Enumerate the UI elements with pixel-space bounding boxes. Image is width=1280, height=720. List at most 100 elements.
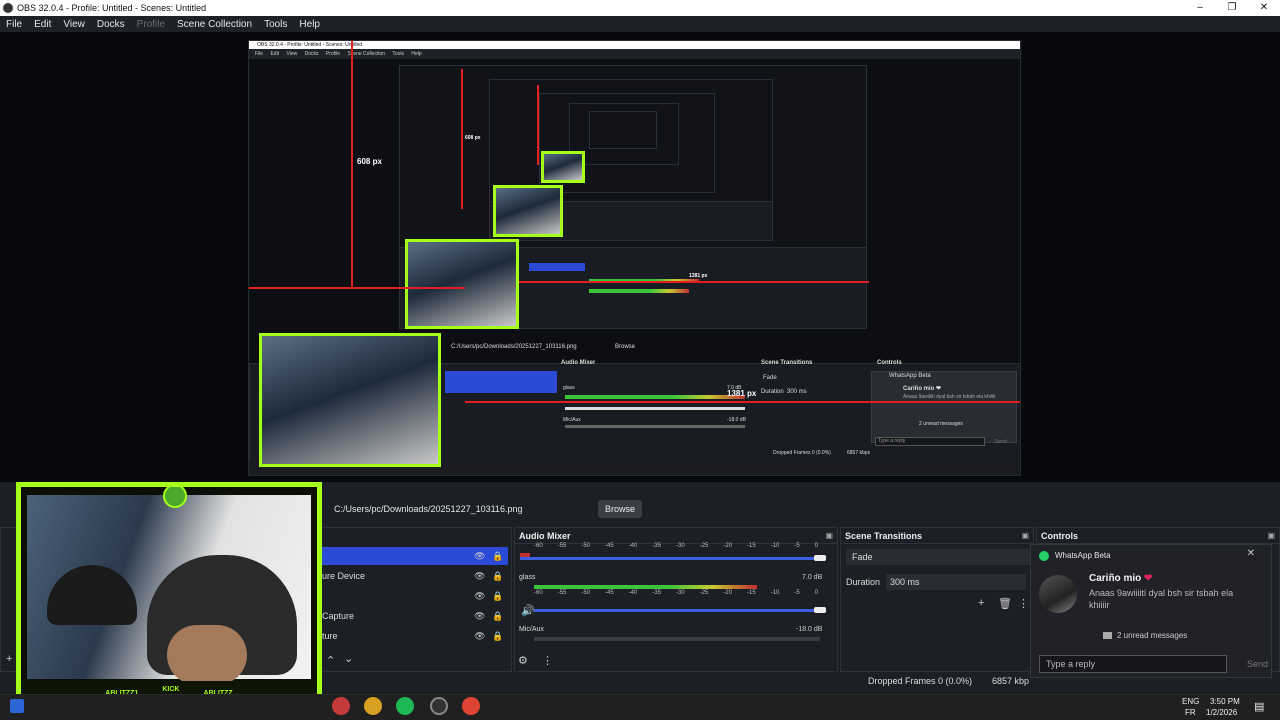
window-controls: – ❐ ✕ bbox=[1184, 0, 1280, 16]
mixer-menu-icon[interactable]: ⋮ bbox=[542, 654, 553, 667]
source-item-video-capture[interactable]: ure Device bbox=[322, 571, 365, 581]
move-up-icon[interactable]: ⌃ bbox=[326, 654, 335, 667]
menu-profile[interactable]: Profile bbox=[131, 19, 171, 30]
tick-label: -50 bbox=[581, 590, 591, 596]
app-icon[interactable] bbox=[364, 697, 382, 715]
whatsapp-notification[interactable]: WhatsApp Beta ✕ Cariño mio ❤ Anaas 9awii… bbox=[1030, 544, 1272, 678]
eye-icon[interactable]: 👁 bbox=[474, 571, 485, 582]
nested-source-selected bbox=[529, 263, 585, 271]
eye-icon[interactable]: 👁 bbox=[474, 631, 485, 642]
image-path-field[interactable]: C:/Users/pc/Downloads/20251227_103116.pn… bbox=[328, 500, 590, 518]
tick-label: -20 bbox=[723, 543, 733, 549]
lock-icon[interactable]: 🔒 bbox=[492, 571, 503, 582]
bitrate-status: 6857 kbp bbox=[992, 676, 1030, 686]
clock-date[interactable]: 1/2/2026 bbox=[1206, 708, 1237, 717]
person-1 bbox=[47, 565, 137, 625]
nested-main-meter bbox=[565, 395, 745, 399]
tick-label: -10 bbox=[770, 590, 780, 596]
eye-icon[interactable]: 👁 bbox=[474, 611, 485, 622]
duration-field[interactable]: 300 ms bbox=[886, 574, 1026, 590]
obs-window: OBS 32.0.4 - Profile: Untitled - Scenes:… bbox=[0, 0, 1280, 720]
tick-label: 0 bbox=[814, 543, 819, 549]
notification-center-icon[interactable]: ▤ bbox=[1254, 700, 1264, 713]
start-icon[interactable] bbox=[10, 699, 24, 713]
speaker-icon[interactable]: 🔊 bbox=[521, 604, 535, 617]
spotify-icon[interactable] bbox=[396, 697, 414, 715]
reply-input[interactable]: Type a reply bbox=[1039, 655, 1227, 673]
title-bar: OBS 32.0.4 - Profile: Untitled - Scenes:… bbox=[0, 0, 1280, 16]
glass-fader[interactable] bbox=[534, 609, 820, 612]
menu-edit[interactable]: Edit bbox=[28, 19, 57, 30]
tick-label: 0 bbox=[814, 590, 819, 596]
minimize-button[interactable]: – bbox=[1184, 0, 1216, 16]
menu-view[interactable]: View bbox=[57, 19, 91, 30]
delete-transition-icon[interactable]: 🗑 bbox=[998, 597, 1012, 610]
nested-source-highlight bbox=[445, 371, 557, 393]
clock-time[interactable]: 3:50 PM bbox=[1210, 697, 1240, 706]
nested-menu-tools: Tools bbox=[392, 51, 405, 57]
guide-line-vertical-2 bbox=[461, 69, 463, 209]
nested-kbps: 6857 kbps bbox=[847, 450, 871, 456]
glass-fader-knob[interactable] bbox=[814, 607, 826, 613]
close-button[interactable]: ✕ bbox=[1248, 0, 1280, 16]
webcam-feed bbox=[27, 495, 311, 685]
tick-label: -45 bbox=[605, 543, 614, 549]
eye-icon[interactable]: 👁 bbox=[474, 551, 485, 562]
lock-icon[interactable]: 🔒 bbox=[492, 611, 503, 622]
menu-help[interactable]: Help bbox=[293, 19, 326, 30]
tick-label: -40 bbox=[628, 543, 638, 549]
nested-unread: 2 unread messages bbox=[919, 421, 963, 427]
transition-menu-icon[interactable]: ⋮ bbox=[1018, 597, 1029, 610]
chrome-icon[interactable] bbox=[462, 697, 480, 715]
channel-name-glass: glass bbox=[519, 574, 536, 581]
nested-controls-title: Controls bbox=[877, 360, 902, 366]
input-language[interactable]: ENG bbox=[1182, 697, 1199, 706]
fader-knob[interactable] bbox=[814, 555, 826, 561]
menu-docks[interactable]: Docks bbox=[91, 19, 131, 30]
lock-icon[interactable]: 🔒 bbox=[492, 551, 503, 562]
nested-menu-bar: File Edit View Docks Profile Scene Colle… bbox=[249, 49, 1020, 59]
undock-icon[interactable]: ▣ bbox=[825, 531, 833, 540]
menu-scene-collection[interactable]: Scene Collection bbox=[171, 19, 258, 30]
maximize-button[interactable]: ❐ bbox=[1216, 0, 1248, 16]
tick-label: -55 bbox=[557, 590, 567, 596]
notification-message: Anaas 9awiiiiti dyal bsh sir tsbah ela k… bbox=[1089, 588, 1234, 610]
undock-icon[interactable]: ▣ bbox=[1021, 531, 1029, 540]
tick-label: -5 bbox=[794, 590, 800, 596]
add-transition-icon[interactable]: + bbox=[978, 597, 984, 609]
input-region[interactable]: FR bbox=[1185, 708, 1196, 717]
menu-bar: File Edit View Docks Profile Scene Colle… bbox=[0, 16, 1280, 32]
browse-button[interactable]: Browse bbox=[598, 500, 642, 518]
nested-menu-scene-collection: Scene Collection bbox=[347, 51, 386, 57]
undock-icon[interactable]: ▣ bbox=[1267, 531, 1275, 540]
lock-icon[interactable]: 🔒 bbox=[492, 631, 503, 642]
tick-label: -30 bbox=[676, 590, 685, 596]
window-title: OBS 32.0.4 - Profile: Untitled - Scenes:… bbox=[17, 3, 207, 13]
tick-label: -15 bbox=[747, 590, 756, 596]
move-down-icon[interactable]: ⌄ bbox=[344, 652, 353, 665]
face bbox=[167, 625, 247, 685]
webcam-overlay: ABLITZZ1 KICK ABLITZZ ABLITZZ bbox=[16, 482, 322, 712]
notification-close-icon[interactable]: ✕ bbox=[1247, 548, 1255, 559]
eye-icon[interactable]: 👁 bbox=[474, 591, 485, 602]
app-icon[interactable] bbox=[332, 697, 350, 715]
add-source-icon[interactable]: + bbox=[6, 653, 12, 665]
nested-reply: Type a reply bbox=[875, 437, 985, 446]
nested-micaux: Mic/Aux bbox=[563, 417, 581, 423]
source-item-ture[interactable]: ture bbox=[322, 631, 338, 641]
heart-icon: ❤ bbox=[1144, 573, 1153, 584]
source-item-capture[interactable]: Capture bbox=[322, 611, 354, 621]
send-button[interactable]: Send bbox=[1247, 659, 1268, 669]
menu-tools[interactable]: Tools bbox=[258, 19, 293, 30]
advanced-audio-icon[interactable]: ⚙ bbox=[518, 654, 528, 667]
menu-file[interactable]: File bbox=[0, 19, 28, 30]
audio-mixer-title: Audio Mixer bbox=[515, 528, 837, 544]
lock-icon[interactable]: 🔒 bbox=[492, 591, 503, 602]
glass-level-meter bbox=[534, 585, 757, 589]
nested-db2: -18.0 dB bbox=[727, 417, 746, 423]
dropped-frames-status: Dropped Frames 0 (0.0%) bbox=[868, 676, 973, 686]
transition-select[interactable]: Fade bbox=[846, 549, 1030, 565]
obs-taskbar-icon[interactable] bbox=[430, 697, 448, 715]
unread-count: 2 unread messages bbox=[1117, 631, 1188, 640]
first-channel-fader[interactable] bbox=[520, 557, 820, 560]
